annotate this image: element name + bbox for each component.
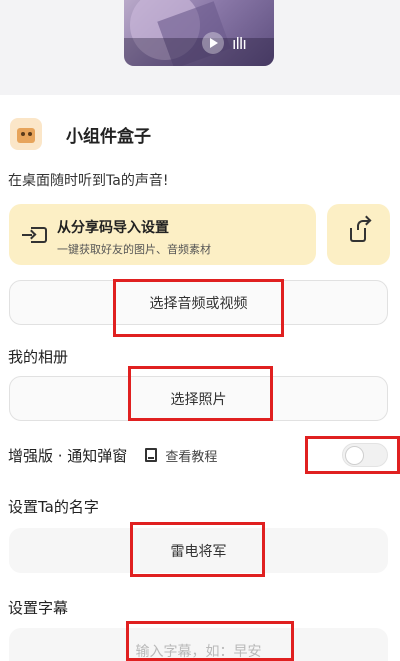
- waveform-icon: ıllı: [232, 34, 247, 53]
- play-icon[interactable]: [202, 32, 224, 54]
- import-from-share-code-button[interactable]: 从分享码导入设置 一键获取好友的图片、音频素材: [9, 204, 316, 265]
- name-section-label: 设置Ta的名字: [8, 498, 99, 516]
- enhanced-notification-toggle[interactable]: [342, 443, 388, 467]
- enhanced-notification-row: 增强版 · 通知弹窗 查看教程: [8, 443, 217, 467]
- subtitle-input[interactable]: 输入字幕，如：早安: [9, 628, 388, 661]
- toggle-knob: [345, 446, 364, 465]
- share-button[interactable]: [327, 204, 390, 265]
- tutorial-icon[interactable]: [145, 448, 158, 462]
- select-photo-label: 选择照片: [170, 391, 227, 408]
- share-icon: [350, 220, 369, 242]
- widget-subtitle: 在桌面随时听到Ta的声音!: [8, 173, 169, 189]
- widget-box-icon: [10, 118, 42, 150]
- enhanced-notification-label: 增强版 · 通知弹窗: [8, 446, 128, 465]
- select-photo-button[interactable]: 选择照片: [9, 376, 388, 421]
- widget-header: 小组件盒子: [10, 117, 151, 151]
- media-preview-thumbnail[interactable]: ıllı: [124, 0, 274, 66]
- name-input[interactable]: 雷电将军: [9, 528, 388, 573]
- subtitle-section-label: 设置字幕: [8, 599, 69, 617]
- select-audio-video-label: 选择音频或视频: [149, 295, 248, 312]
- name-value: 雷电将军: [170, 543, 227, 560]
- preview-overlay: [124, 38, 274, 66]
- album-section-label: 我的相册: [8, 348, 69, 366]
- subtitle-placeholder: 输入字幕，如：早安: [135, 643, 262, 660]
- import-title: 从分享码导入设置: [57, 220, 169, 236]
- import-subtitle: 一键获取好友的图片、音频素材: [57, 243, 211, 256]
- tutorial-link[interactable]: 查看教程: [165, 446, 217, 465]
- select-audio-video-button[interactable]: 选择音频或视频: [9, 280, 388, 325]
- widget-title: 小组件盒子: [66, 126, 151, 147]
- import-icon: [22, 227, 47, 243]
